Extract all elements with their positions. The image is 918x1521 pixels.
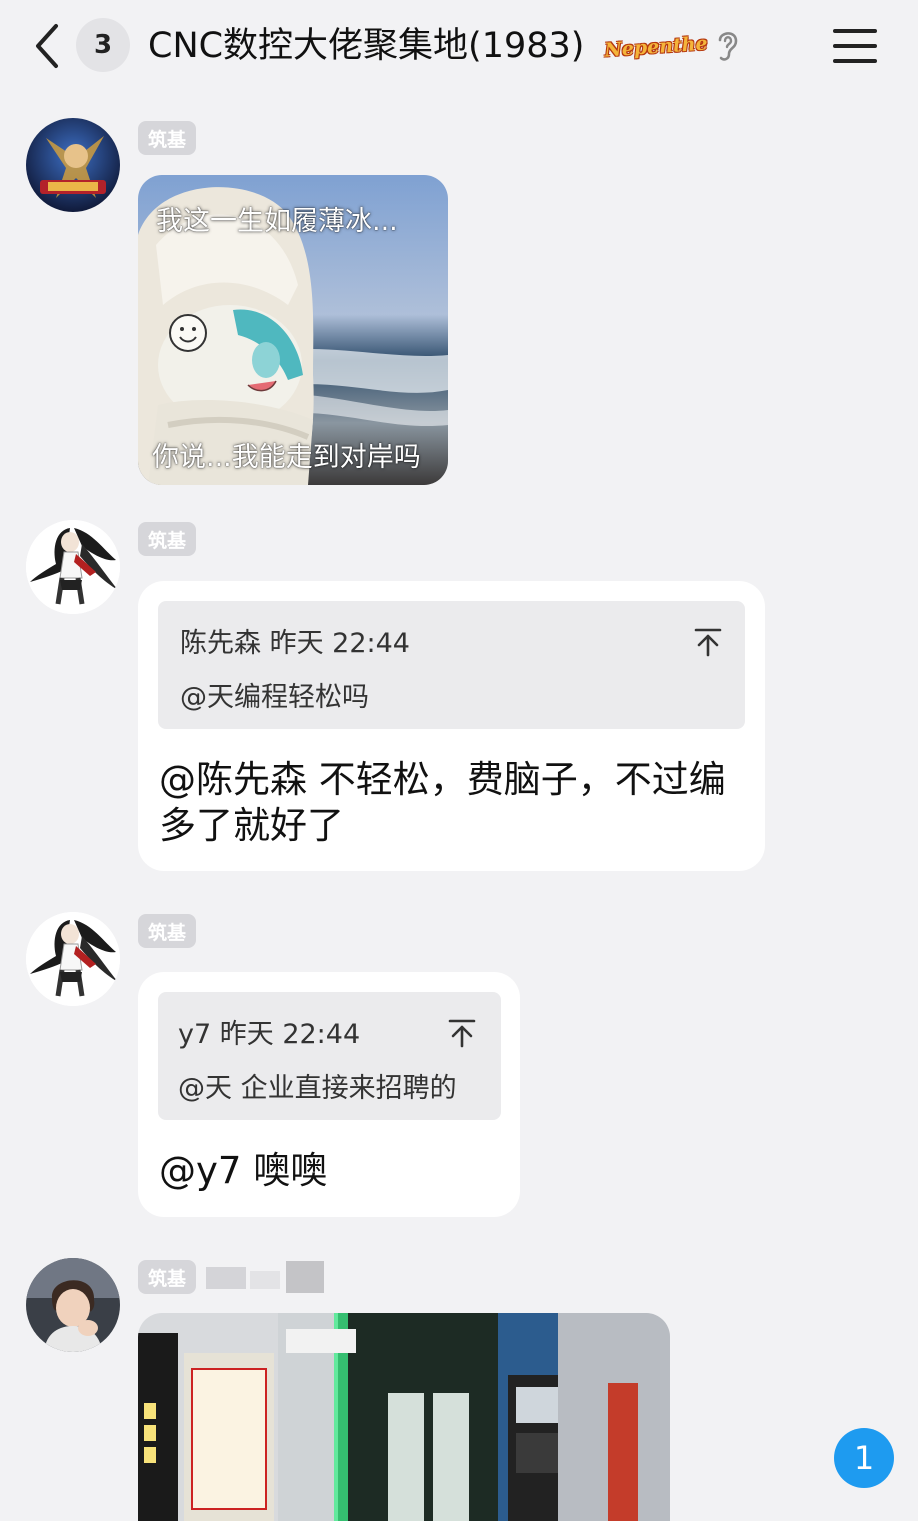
new-message-badge[interactable]: 1 [834, 1428, 894, 1488]
machine-photo[interactable] [138, 1313, 670, 1521]
ear-icon [718, 32, 738, 61]
group-title[interactable]: CNC数控大佬聚集地(1983) [148, 22, 584, 70]
sender-avatar[interactable] [26, 912, 120, 1006]
rank-badge: 筑基 [138, 914, 197, 948]
unread-count-badge[interactable]: 3 [76, 18, 130, 72]
chevron-left-icon [36, 24, 58, 68]
avatar-image [26, 118, 120, 212]
rank-badge: 筑基 [138, 1260, 197, 1294]
menu-icon [833, 29, 877, 63]
quoted-message[interactable]: y7 昨天 22:44 @天 企业直接来招聘的 [158, 992, 501, 1120]
jump-to-quote-button[interactable] [694, 627, 722, 657]
quote-sender-time: y7 昨天 22:44 [178, 1019, 361, 1050]
sender-avatar[interactable] [26, 118, 120, 212]
rank-badge: 筑基 [138, 522, 197, 556]
sticker-caption-bottom: 你说...我能走到对岸吗 [152, 442, 421, 473]
sender-avatar[interactable] [26, 1258, 120, 1352]
avatar-image [26, 1258, 120, 1352]
more-menu-button[interactable] [832, 26, 878, 66]
blur-mask [206, 1261, 324, 1293]
quote-text: @天 企业直接来招聘的 [178, 1073, 457, 1104]
quoted-message[interactable]: 陈先森 昨天 22:44 @天编程轻松吗 [158, 601, 745, 729]
group-tag-badge: Nepenthe [603, 32, 709, 62]
quote-sender-time: 陈先森 昨天 22:44 [180, 628, 410, 659]
rank-badge: 筑基 [138, 121, 197, 155]
sticker-image[interactable]: 我这一生如履薄冰... 你说...我能走到对岸吗 [138, 175, 448, 485]
jump-to-quote-icon [448, 1019, 476, 1048]
sender-avatar[interactable] [26, 520, 120, 614]
message-text: @y7 噢噢 [159, 1149, 328, 1192]
ear-mode-button[interactable] [714, 26, 742, 64]
message-text: @陈先森 不轻松，费脑子，不过编多了就好了 [159, 758, 726, 847]
jump-to-quote-button[interactable] [448, 1018, 476, 1048]
back-button[interactable] [28, 22, 68, 70]
avatar-image [26, 520, 120, 614]
message-bubble[interactable]: y7 昨天 22:44 @天 企业直接来招聘的 @y7 噢噢 [138, 972, 520, 1217]
avatar-image [26, 912, 120, 1006]
quote-text: @天编程轻松吗 [180, 682, 369, 713]
sticker-caption-top: 我这一生如履薄冰... [156, 206, 398, 237]
message-bubble[interactable]: 陈先森 昨天 22:44 @天编程轻松吗 @陈先森 不轻松，费脑子，不过编多了就… [138, 581, 765, 871]
cnc-machine-image [138, 1313, 670, 1521]
chat-header: 3 CNC数控大佬聚集地(1983) Nepenthe [0, 0, 918, 92]
jump-to-quote-icon [694, 628, 722, 657]
sender-name-blurred [206, 1261, 330, 1295]
